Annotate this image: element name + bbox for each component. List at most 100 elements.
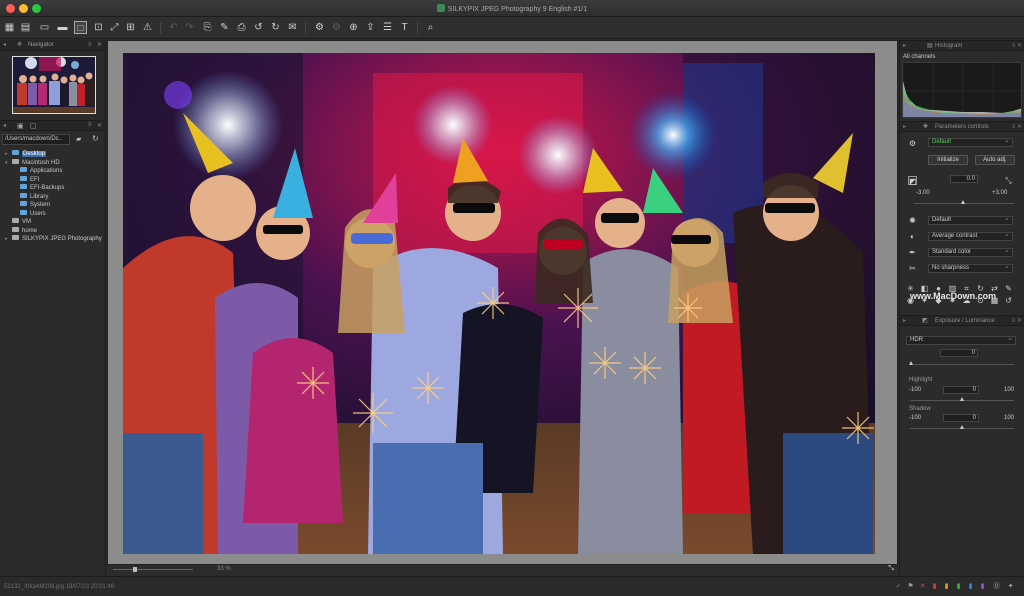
redo-icon[interactable]: ↷ bbox=[183, 21, 196, 34]
mail-icon[interactable]: ✉ bbox=[286, 21, 299, 34]
hdr-dropdown[interactable]: HDR bbox=[906, 335, 1016, 345]
close-icon[interactable]: ✕ bbox=[97, 122, 102, 129]
undo-icon[interactable]: ↶ bbox=[167, 21, 180, 34]
exposure-icon[interactable]: ◩ bbox=[908, 176, 917, 186]
fullscreen-icon[interactable]: ⤢ bbox=[108, 21, 121, 34]
hdr-slider-knob[interactable] bbox=[909, 361, 913, 365]
undo-tool-icon[interactable]: ↺ bbox=[1004, 296, 1013, 305]
tree-item-system[interactable]: System bbox=[0, 201, 106, 210]
sharpness-icon[interactable]: ✂ bbox=[908, 264, 917, 273]
close-icon[interactable]: ✕ bbox=[97, 40, 102, 51]
auto-adjust-button[interactable]: Auto adj. bbox=[975, 155, 1015, 165]
close-icon[interactable]: ≡ ✕ bbox=[1012, 122, 1022, 132]
right-panel: ▸ ▤ Histogram ≡ ✕ All channels ▸ ✥ Param… bbox=[899, 40, 1024, 575]
stamp-icon[interactable]: ⎙ bbox=[235, 21, 248, 34]
preview-view-icon[interactable]: ▭ bbox=[38, 21, 51, 34]
shadow-slider-knob[interactable] bbox=[960, 425, 964, 429]
path-field[interactable]: /Users/macdown/Dc.. bbox=[2, 134, 70, 145]
bookmark-icon[interactable]: ▰ bbox=[76, 135, 81, 143]
search-icon[interactable]: ⌕ bbox=[424, 21, 437, 34]
tree-item-efi-backups[interactable]: EFI-Backups bbox=[0, 184, 106, 193]
copy-params-icon[interactable]: ⎘ bbox=[201, 21, 214, 34]
batch-icon[interactable]: ⊕ bbox=[347, 21, 360, 34]
close-icon[interactable]: ≡ ✕ bbox=[1012, 316, 1022, 326]
shadow-value[interactable]: 0 bbox=[943, 414, 979, 422]
folder-icon[interactable]: ▣ bbox=[17, 122, 24, 130]
zoom-slider[interactable] bbox=[113, 569, 193, 570]
tree-item-silkypix[interactable]: ▸ SILKYPIX JPEG Photography bbox=[0, 235, 106, 244]
warning-icon[interactable]: ⚠ bbox=[141, 21, 154, 34]
thumbnail-view-icon[interactable]: ▤ bbox=[19, 21, 32, 34]
highlight-slider-knob[interactable] bbox=[960, 397, 964, 401]
label-yellow-icon[interactable]: ▮ bbox=[943, 583, 950, 590]
comment-icon[interactable]: ▢ bbox=[30, 122, 37, 130]
label-blue-icon[interactable]: ▮ bbox=[967, 583, 974, 590]
tree-item-library[interactable]: Library bbox=[0, 192, 106, 202]
text-icon[interactable]: T bbox=[398, 21, 411, 34]
info-icon[interactable]: ⓪ bbox=[993, 583, 1000, 590]
path-row: /Users/macdown/Dc.. ▰ ↻ bbox=[0, 134, 106, 146]
develop-all-icon[interactable]: ⚙ bbox=[330, 21, 343, 34]
combined-view-icon[interactable]: ▬ bbox=[56, 21, 69, 34]
expand-right-icon[interactable]: ▸ bbox=[903, 41, 906, 51]
color-icon[interactable]: ✒ bbox=[908, 248, 917, 257]
close-icon[interactable]: ≡ ✕ bbox=[1012, 41, 1022, 51]
single-view-icon[interactable]: □ bbox=[74, 21, 87, 34]
develop-icon[interactable]: ⚙ bbox=[313, 21, 326, 34]
fit-to-window-icon[interactable]: ⤡ bbox=[888, 565, 894, 573]
collapse-left-icon[interactable]: ◂ bbox=[3, 40, 6, 51]
rotate-right-icon[interactable]: ↻ bbox=[269, 21, 282, 34]
navigator-thumbnail[interactable] bbox=[12, 56, 96, 114]
gear-icon[interactable]: ⚙ bbox=[908, 139, 917, 148]
label-green-icon[interactable]: ▮ bbox=[955, 583, 962, 590]
fit-view-icon[interactable]: ⊡ bbox=[92, 21, 105, 34]
collapse-folder-icon[interactable]: ◂ bbox=[3, 122, 6, 129]
exposure-value[interactable]: 0.0 bbox=[950, 175, 978, 183]
settings-list-icon[interactable]: ☰ bbox=[381, 21, 394, 34]
grid-view-icon[interactable]: ▦ bbox=[3, 21, 16, 34]
exposure-slider-knob[interactable] bbox=[961, 200, 965, 204]
rotate-left-icon[interactable]: ↺ bbox=[252, 21, 265, 34]
highlight-label: Highlight bbox=[909, 377, 933, 383]
tree-item-vm[interactable]: VM bbox=[0, 218, 106, 227]
preview-image[interactable] bbox=[123, 53, 875, 554]
panel-menu-icon[interactable]: ≡ bbox=[88, 122, 92, 128]
white-balance-icon[interactable]: ✺ bbox=[908, 216, 917, 225]
hdr-value[interactable]: 0 bbox=[940, 349, 978, 357]
histogram-chart bbox=[902, 62, 1022, 118]
hdr-slider[interactable] bbox=[910, 364, 1014, 365]
flag-icon[interactable]: ⚑ bbox=[907, 583, 914, 590]
label-red-icon[interactable]: ▮ bbox=[931, 583, 938, 590]
settings-icon[interactable]: ✦ bbox=[1007, 583, 1014, 590]
tree-item-desktop[interactable]: ▸ Desktop bbox=[0, 150, 106, 159]
refresh-icon[interactable]: ↻ bbox=[92, 134, 99, 143]
brush-icon[interactable]: ✎ bbox=[1004, 284, 1013, 293]
expand-right-icon[interactable]: ▸ bbox=[903, 122, 906, 132]
channel-label[interactable]: All channels bbox=[903, 54, 935, 60]
tree-item-users[interactable]: Users bbox=[0, 209, 106, 219]
color-dropdown[interactable]: Standard color bbox=[928, 247, 1013, 257]
label-purple-icon[interactable]: ▮ bbox=[979, 583, 986, 590]
contrast-dropdown[interactable]: Average contrast bbox=[928, 231, 1013, 241]
zoom-slider-knob[interactable] bbox=[133, 567, 137, 572]
tree-item-efi[interactable]: EFI bbox=[0, 175, 106, 185]
paste-params-icon[interactable]: ✎ bbox=[218, 21, 231, 34]
highlight-value[interactable]: 0 bbox=[943, 386, 979, 394]
export-icon[interactable]: ⇪ bbox=[364, 21, 377, 34]
reject-icon[interactable]: ✕ bbox=[919, 583, 926, 590]
contrast-icon[interactable]: ◐ bbox=[908, 232, 917, 241]
shadow-min: -100 bbox=[909, 415, 922, 421]
panel-menu-icon[interactable]: ≡ bbox=[88, 40, 92, 51]
compare-icon[interactable]: ⊞ bbox=[124, 21, 137, 34]
auto-exposure-icon[interactable]: ⤡ bbox=[1004, 176, 1013, 185]
exposure-header: ▸ ◩ Exposure / Luminance ≡ ✕ bbox=[900, 315, 1024, 326]
initialize-button[interactable]: Initialize bbox=[928, 155, 968, 165]
preset-dropdown[interactable]: Default bbox=[928, 137, 1013, 147]
white-balance-dropdown[interactable]: Default bbox=[928, 215, 1013, 225]
expand-right-icon[interactable]: ▸ bbox=[903, 316, 906, 326]
check-icon[interactable]: ✓ bbox=[895, 583, 902, 590]
tree-item-applications[interactable]: Applications bbox=[0, 167, 106, 176]
tree-item-home[interactable]: home bbox=[0, 226, 106, 236]
tree-item-macintosh-hd[interactable]: ▾ Macintosh HD bbox=[0, 158, 106, 168]
sharpness-dropdown[interactable]: No sharpness bbox=[928, 263, 1013, 273]
